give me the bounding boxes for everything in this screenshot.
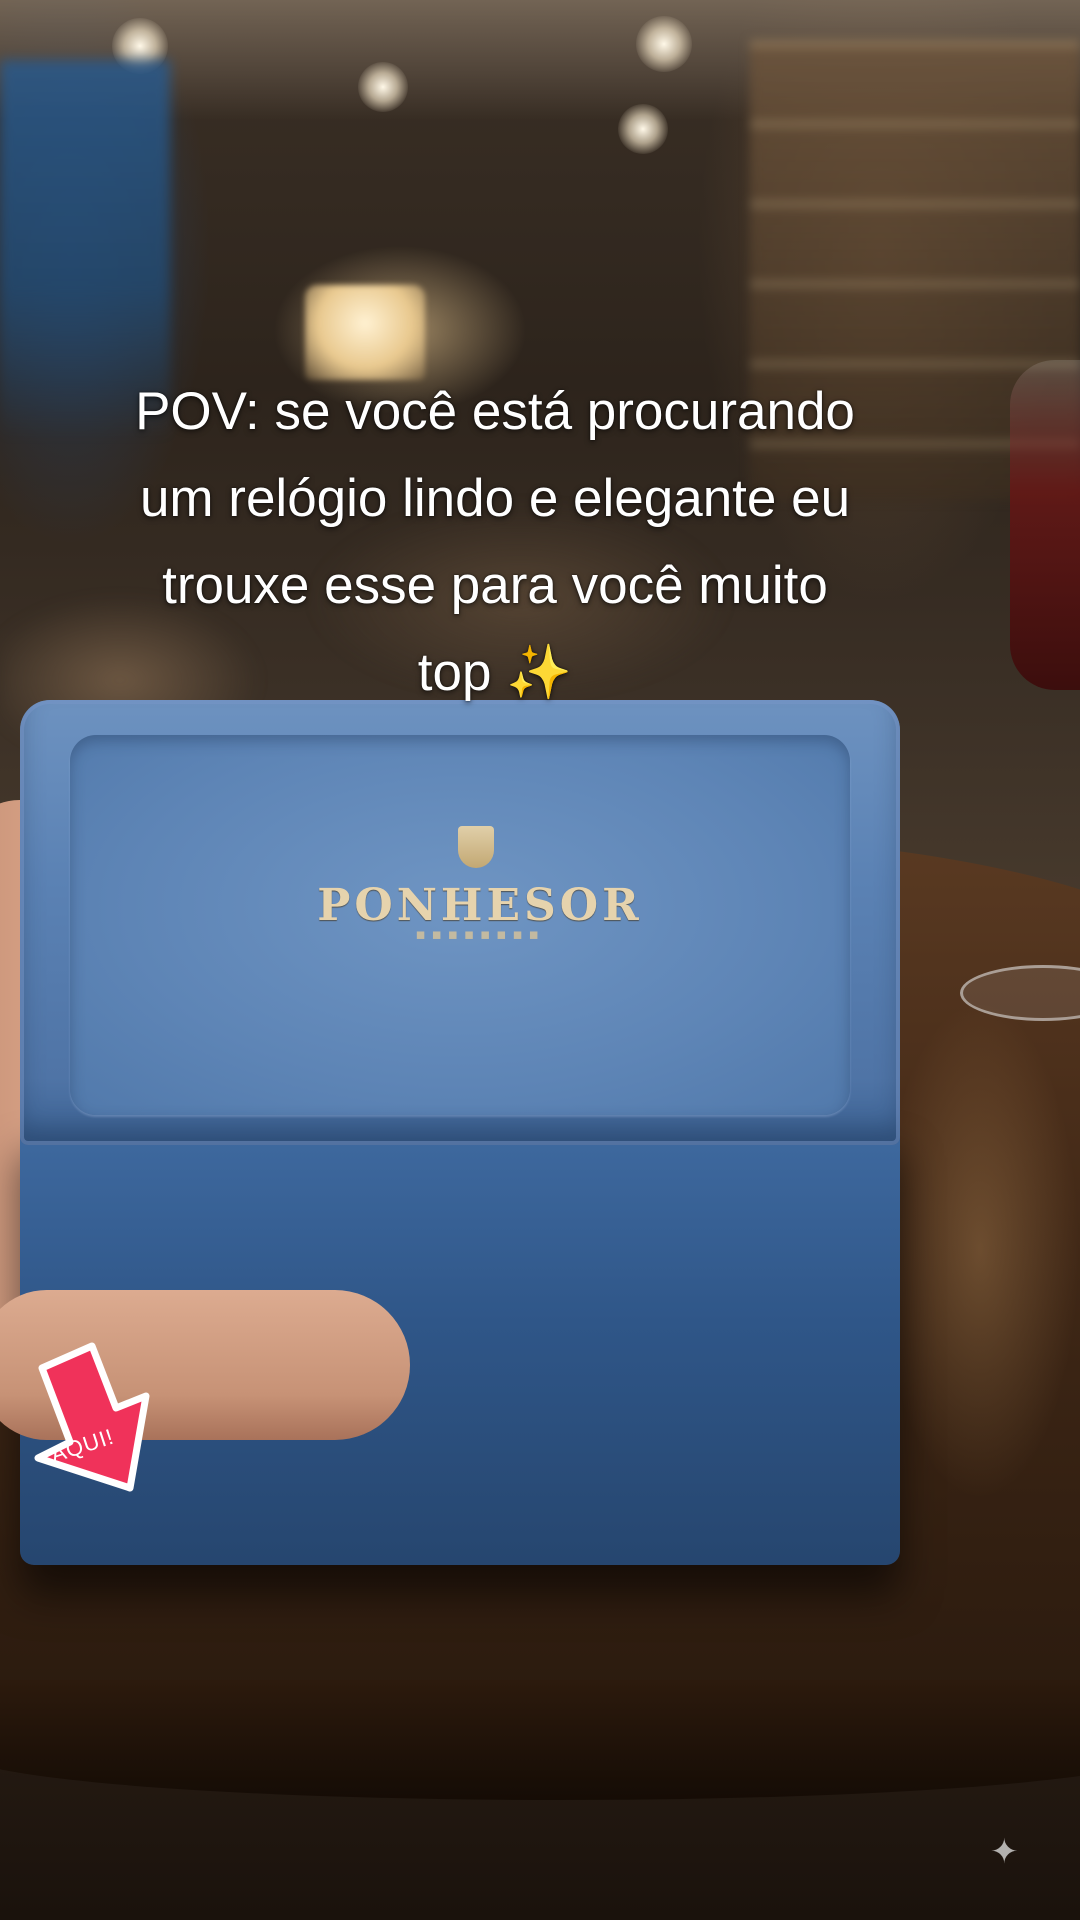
caption-line: trouxe esse para você muito: [162, 556, 828, 615]
brand-logo-subtext: ▪▪▪▪▪▪▪▪: [415, 925, 545, 943]
down-arrow-sticker-icon[interactable]: [28, 1338, 163, 1508]
ceiling-light: [636, 16, 692, 72]
caption-text: POV: se você está procurando um relógio …: [30, 368, 960, 716]
brand-logo-text: PONHESOR: [317, 880, 643, 931]
caption-line: um relógio lindo e elegante eu: [139, 469, 851, 528]
video-frame: PONHESOR ▪▪▪▪▪▪▪▪ POV: se você está proc…: [0, 0, 1080, 1920]
brand-crest-logo: [458, 826, 494, 868]
caption-line: top ✨: [417, 643, 573, 702]
caption-line: POV: se você está procurando: [135, 382, 855, 441]
ceiling-light: [618, 104, 668, 154]
table-reflection: [880, 1000, 1080, 1500]
background-lamp: [305, 285, 425, 380]
ceiling-light: [358, 62, 408, 112]
wine-glass: [1010, 360, 1080, 690]
sparkle-icon: ✦: [990, 1832, 1019, 1872]
table-edge: [0, 1680, 1080, 1800]
